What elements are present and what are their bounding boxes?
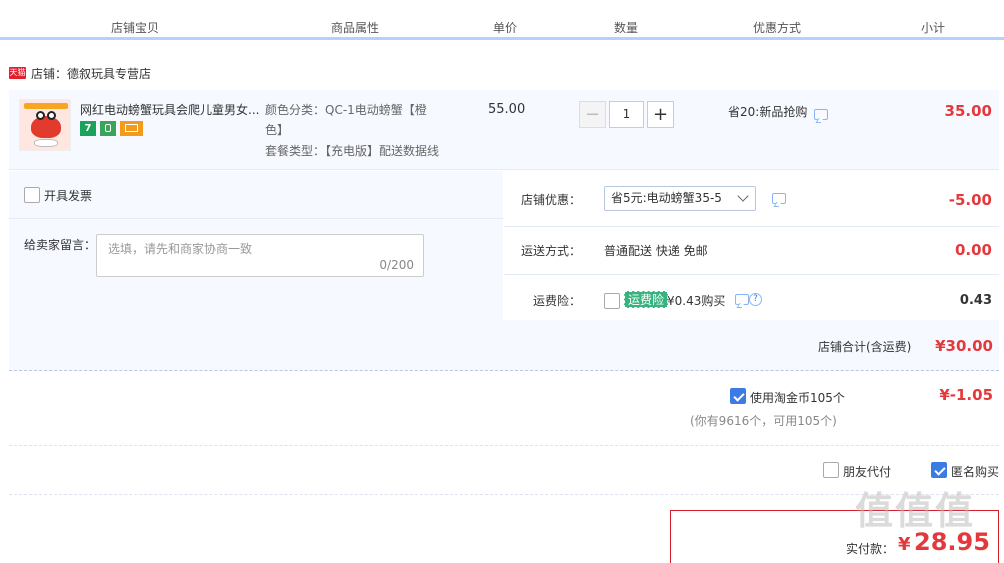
discount-chat-icon[interactable] <box>772 193 786 204</box>
header-attributes: 商品属性 <box>331 21 380 35</box>
header-unit-price: 单价 <box>493 21 518 35</box>
coins-amount: ¥-1.05 <box>939 386 993 404</box>
promo-chat-icon[interactable] <box>814 109 828 120</box>
invoice-checkbox[interactable] <box>24 187 40 203</box>
shop-name[interactable]: 店铺：德叙玩具专营店 <box>31 65 151 82</box>
insurance-price-text: ¥0.43购买 <box>667 294 726 308</box>
shop-row: 天猫 店铺：德叙玩具专营店 <box>9 62 151 84</box>
message-counter: 0/200 <box>379 258 414 272</box>
message-label: 给卖家留言： <box>24 238 97 252</box>
insurance-checkbox[interactable] <box>604 293 620 309</box>
help-icon[interactable]: ? <box>749 293 762 306</box>
tmall-icon: 天猫 <box>9 67 26 79</box>
final-currency: ¥ <box>898 534 911 555</box>
final-label: 实付款： <box>846 542 895 556</box>
shipping-label: 运送方式： <box>520 244 581 258</box>
product-thumbnail[interactable] <box>19 99 71 151</box>
invoice-label: 开具发票 <box>44 189 93 203</box>
attr-color: 颜色分类：QC-1电动螃蟹【橙 <box>265 103 427 117</box>
shop-total-label: 店铺合计(含运费) <box>818 340 912 354</box>
attr-package: 套餐类型：【充电版】配送数据线 <box>265 144 440 158</box>
shipping-method: 普通配送 快递 免邮 <box>604 244 708 258</box>
attr-color-cont: 色】 <box>265 123 290 137</box>
quantity-increase-button[interactable]: + <box>647 101 674 128</box>
header-product: 店铺宝贝 <box>111 21 160 35</box>
cart-table-header: 店铺宝贝 商品属性 单价 数量 优惠方式 小计 <box>0 0 1004 40</box>
item-subtotal: 35.00 <box>944 102 992 120</box>
friend-pay-label: 朋友代付 <box>843 465 892 479</box>
product-title-link[interactable]: 网红电动螃蟹玩具会爬儿童男女... <box>80 101 260 118</box>
shop-discount-label: 店铺优惠： <box>520 193 581 207</box>
shop-total-amount: ¥30.00 <box>935 337 993 355</box>
insurance-chat-icon[interactable] <box>735 294 749 305</box>
friend-pay-checkbox[interactable] <box>823 462 839 478</box>
unit-price: 55.00 <box>488 102 526 117</box>
anonymous-label: 匿名购买 <box>951 465 1000 479</box>
guarantee-icon <box>100 121 116 136</box>
insurance-tag: 运费险 <box>624 291 669 308</box>
header-discount: 优惠方式 <box>753 21 802 35</box>
header-quantity: 数量 <box>614 21 639 35</box>
shop-discount-amount: -5.00 <box>948 191 992 209</box>
item-promotion: 省20:新品抢购 <box>728 105 808 119</box>
insurance-amount: 0.43 <box>959 293 992 308</box>
shop-discount-select[interactable]: 省5元:电动螃蟹35-5 <box>604 186 756 211</box>
final-amount: 28.95 <box>914 528 990 556</box>
quantity-input[interactable]: 1 <box>609 101 644 128</box>
credit-card-icon <box>120 121 143 136</box>
seven-day-return-icon: 7 <box>80 121 96 136</box>
header-subtotal: 小计 <box>921 21 946 35</box>
coins-checkbox[interactable] <box>730 388 746 404</box>
insurance-label: 运费险： <box>532 294 581 308</box>
coins-label: 使用淘金币105个 <box>750 391 845 405</box>
chevron-down-icon <box>737 190 749 202</box>
message-placeholder: 选填，请先和商家协商一致 <box>108 242 253 256</box>
shipping-amount: 0.00 <box>954 241 992 259</box>
watermark-logo: 值值值 <box>855 489 976 533</box>
quantity-decrease-button[interactable]: − <box>579 101 606 128</box>
anonymous-checkbox[interactable] <box>931 462 947 478</box>
seller-message-input[interactable]: 选填，请先和商家协商一致 0/200 <box>96 234 424 277</box>
coins-note: (你有9616个，可用105个) <box>690 414 837 428</box>
